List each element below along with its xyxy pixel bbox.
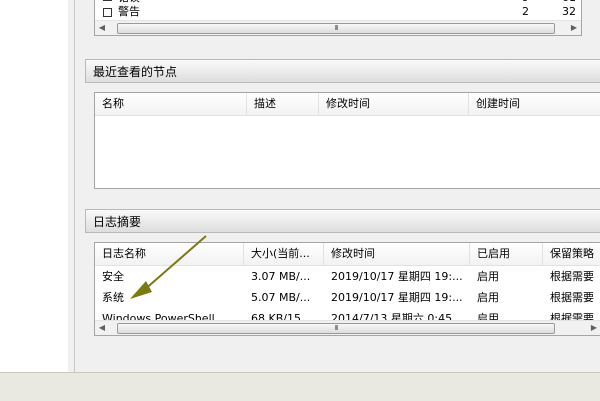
log-summary-header[interactable]: 日志摘要 (85, 209, 600, 233)
event-count: 2 (522, 5, 529, 18)
event-count: 32 (562, 5, 576, 18)
column-header-enabled[interactable]: 已启用 (470, 243, 543, 265)
grip-icon: III (334, 324, 338, 332)
log-enabled: 启用 (477, 270, 499, 283)
column-header-row: 名称 描述 修改时间 创建时间 (95, 93, 600, 116)
main-pane: 错误 9 61 警告 2 32 ◀ III ▶ 最近查看的节点 名称 描述 修改… (75, 0, 600, 372)
table-row[interactable]: 警告 2 32 (95, 2, 581, 22)
section-title: 最近查看的节点 (93, 65, 178, 79)
column-header-name[interactable]: 名称 (95, 93, 247, 115)
log-summary-list: 日志名称 大小(当前... 修改时间 已启用 保留策略 安全 3.07 MB/.… (94, 242, 600, 336)
log-retention: 根据需要 (550, 270, 594, 283)
event-level-name: 警告 (118, 5, 140, 18)
recent-nodes-list: 名称 描述 修改时间 创建时间 (94, 92, 600, 189)
log-retention: 根据需要 (550, 291, 594, 304)
log-enabled: 启用 (477, 291, 499, 304)
table-row[interactable]: 安全 3.07 MB/... 2019/10/17 星期四 19:... 启用 … (95, 267, 600, 287)
scroll-right-icon[interactable]: ▶ (587, 321, 600, 335)
navigation-pane (0, 0, 69, 372)
log-size: 3.07 MB/... (251, 270, 311, 283)
column-header-log-name[interactable]: 日志名称 (95, 243, 244, 265)
log-modified: 2019/10/17 星期四 19:... (331, 291, 463, 304)
log-size: 5.07 MB/... (251, 291, 311, 304)
scroll-left-icon[interactable]: ◀ (95, 21, 109, 35)
column-header-retention[interactable]: 保留策略 (543, 243, 600, 265)
summary-events-list: 错误 9 61 警告 2 32 ◀ III ▶ (94, 0, 582, 36)
log-modified: 2019/10/17 星期四 19:... (331, 270, 463, 283)
status-bar (0, 372, 600, 401)
column-header-modified[interactable]: 修改时间 (324, 243, 470, 265)
log-name: 系统 (102, 291, 124, 304)
section-title: 日志摘要 (93, 215, 142, 229)
horizontal-scrollbar[interactable]: ◀ III ▶ (95, 320, 600, 335)
column-header-description[interactable]: 描述 (247, 93, 319, 115)
table-row[interactable]: 系统 5.07 MB/... 2019/10/17 星期四 19:... 启用 … (95, 288, 600, 308)
scroll-right-icon[interactable]: ▶ (567, 21, 581, 35)
grip-icon: III (334, 24, 338, 32)
pane-splitter[interactable] (68, 0, 75, 372)
scroll-thumb[interactable]: III (117, 23, 555, 34)
column-header-modified[interactable]: 修改时间 (319, 93, 469, 115)
column-header-created[interactable]: 创建时间 (469, 93, 600, 115)
log-name: 安全 (102, 270, 124, 283)
column-header-size[interactable]: 大小(当前... (244, 243, 324, 265)
scroll-left-icon[interactable]: ◀ (95, 321, 109, 335)
horizontal-scrollbar[interactable]: ◀ III ▶ (95, 20, 581, 35)
scroll-thumb[interactable]: III (117, 323, 555, 334)
recent-nodes-header[interactable]: 最近查看的节点 (85, 59, 600, 83)
column-header-row: 日志名称 大小(当前... 修改时间 已启用 保留策略 (95, 243, 600, 266)
